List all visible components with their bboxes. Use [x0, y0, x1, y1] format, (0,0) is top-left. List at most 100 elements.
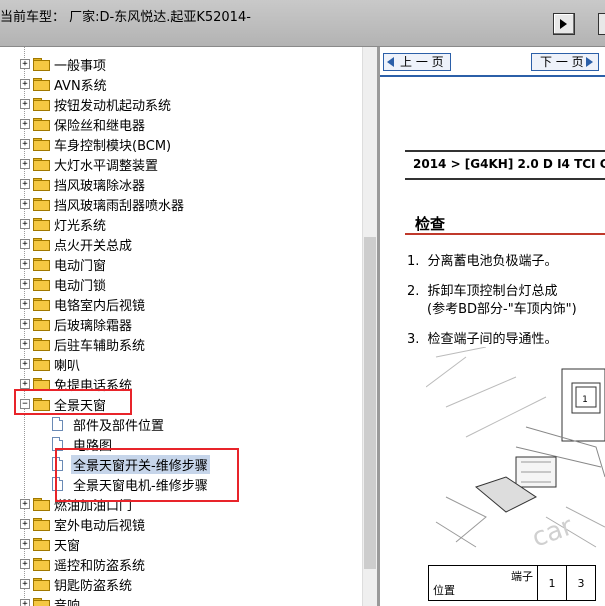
- tree-folder-item[interactable]: + 音响: [0, 594, 360, 606]
- step-3: 3. 检查端子间的导通性。: [407, 328, 558, 347]
- breadcrumb: 2014 > [G4KH] 2.0 D I4 TCI G: [413, 157, 605, 171]
- header-extra-button[interactable]: [598, 13, 605, 35]
- folder-icon: [33, 498, 50, 511]
- tree-folder-item[interactable]: + 车身控制模块(BCM): [0, 134, 360, 154]
- expand-icon[interactable]: +: [20, 359, 30, 369]
- tree-item-label: 天窗: [54, 539, 81, 554]
- folder-icon: [33, 578, 50, 591]
- table-corner-cell: 端子 位置: [428, 565, 538, 601]
- page-navbar: 上 一 页 下 一 页: [380, 47, 605, 77]
- tree-scrollbar-thumb[interactable]: [364, 237, 376, 569]
- step-number: 1.: [407, 254, 420, 269]
- document-pane: 上 一 页 下 一 页 2014 > [G4KH] 2.0 D I4 TCI G…: [380, 47, 605, 606]
- expand-icon[interactable]: +: [20, 279, 30, 289]
- tree-folder-item[interactable]: + 电动门窗: [0, 254, 360, 274]
- tree-folder-item[interactable]: + 电动门锁: [0, 274, 360, 294]
- tree-folder-item[interactable]: + 灯光系统: [0, 214, 360, 234]
- expand-icon[interactable]: +: [20, 379, 30, 389]
- tree-scrollbar[interactable]: [362, 47, 378, 606]
- window-header: 当前车型： 厂家:D-东风悦达.起亚K52014-: [0, 0, 605, 47]
- folder-icon: [33, 318, 50, 331]
- folder-icon: [33, 338, 50, 351]
- tree-folder-item[interactable]: + AVN系统: [0, 74, 360, 94]
- breadcrumb-top-rule: [405, 150, 605, 152]
- tree-item-label: 电动门锁: [54, 279, 107, 294]
- pin-number: 1: [582, 395, 588, 405]
- tree-item-label: 后驻车辅助系统: [54, 339, 146, 354]
- folder-icon: [33, 518, 50, 531]
- tree-item-label: 一般事项: [54, 59, 107, 74]
- tree-folder-item[interactable]: + 遥控和防盗系统: [0, 554, 360, 574]
- step-number: 3.: [407, 332, 420, 347]
- expand-icon[interactable]: +: [20, 299, 30, 309]
- tree-item-label: 按钮发动机起动系统: [54, 99, 172, 114]
- expand-icon[interactable]: +: [20, 319, 30, 329]
- folder-icon: [33, 258, 50, 271]
- expand-icon[interactable]: +: [20, 79, 30, 89]
- tree-folder-item[interactable]: + 按钮发动机起动系统: [0, 94, 360, 114]
- connector-illustration: 1 car: [426, 347, 605, 554]
- expand-icon[interactable]: +: [20, 579, 30, 589]
- highlight-box-panoramic-folder: [14, 389, 132, 415]
- step-text: 拆卸车顶控制台灯总成: [427, 284, 558, 299]
- folder-icon: [33, 178, 50, 191]
- expand-icon[interactable]: +: [20, 159, 30, 169]
- folder-icon: [33, 598, 50, 606]
- expand-icon[interactable]: +: [20, 179, 30, 189]
- section-title: 检查: [415, 215, 446, 233]
- tree-folder-item[interactable]: + 室外电动后视镜: [0, 514, 360, 534]
- folder-icon: [33, 98, 50, 111]
- expand-icon[interactable]: +: [20, 219, 30, 229]
- tree-folder-item[interactable]: + 钥匙防盗系统: [0, 574, 360, 594]
- tree-folder-item[interactable]: + 点火开关总成: [0, 234, 360, 254]
- tree-folder-item[interactable]: + 后驻车辅助系统: [0, 334, 360, 354]
- expand-icon[interactable]: +: [20, 499, 30, 509]
- folder-icon: [33, 118, 50, 131]
- expand-icon[interactable]: +: [20, 119, 30, 129]
- expand-icon[interactable]: +: [20, 339, 30, 349]
- expand-icon[interactable]: +: [20, 199, 30, 209]
- breadcrumb-bottom-rule: [405, 178, 605, 180]
- expand-icon[interactable]: +: [20, 99, 30, 109]
- tree-item-label: AVN系统: [54, 79, 107, 94]
- prev-page-button[interactable]: 上 一 页: [383, 53, 451, 71]
- expand-icon[interactable]: +: [20, 599, 30, 606]
- folder-icon: [33, 78, 50, 91]
- tree-folder-item[interactable]: + 保险丝和继电器: [0, 114, 360, 134]
- tree-item-label: 室外电动后视镜: [54, 519, 146, 534]
- tree-item-label: 挡风玻璃除冰器: [54, 179, 146, 194]
- tree-folder-item[interactable]: + 后玻璃除霜器: [0, 314, 360, 334]
- tree-folder-item[interactable]: + 挡风玻璃除冰器: [0, 174, 360, 194]
- panel-toggle-button[interactable]: [553, 13, 575, 35]
- tree-item-label: 钥匙防盗系统: [54, 579, 133, 594]
- expand-icon[interactable]: +: [20, 59, 30, 69]
- folder-icon: [33, 218, 50, 231]
- tree-document-item[interactable]: 部件及部件位置: [0, 414, 360, 434]
- next-page-button[interactable]: 下 一 页: [531, 53, 599, 71]
- table-header-terminal: 端子: [511, 570, 533, 583]
- tree-item-label: 电铬室内后视镜: [54, 299, 146, 314]
- folder-icon: [33, 298, 50, 311]
- expand-icon[interactable]: +: [20, 239, 30, 249]
- tree-folder-item[interactable]: + 一般事项: [0, 54, 360, 74]
- tree-folder-item[interactable]: + 挡风玻璃雨刮器喷水器: [0, 194, 360, 214]
- step-2: 2. 拆卸车顶控制台灯总成: [407, 280, 558, 299]
- folder-icon: [33, 558, 50, 571]
- expand-icon[interactable]: +: [20, 539, 30, 549]
- step-text: (参考BD部分-"车顶内饰"): [427, 302, 577, 317]
- step-number: 2.: [407, 284, 420, 299]
- tree-folder-item[interactable]: + 大灯水平调整装置: [0, 154, 360, 174]
- folder-icon: [33, 138, 50, 151]
- step-1: 1. 分离蓄电池负极端子。: [407, 250, 558, 269]
- tree-item-label: 后玻璃除霜器: [54, 319, 133, 334]
- expand-icon[interactable]: +: [20, 519, 30, 529]
- folder-icon: [33, 358, 50, 371]
- table-header-position: 位置: [433, 584, 455, 597]
- tree-folder-item[interactable]: + 喇叭: [0, 354, 360, 374]
- tree-item-label: 遥控和防盗系统: [54, 559, 146, 574]
- expand-icon[interactable]: +: [20, 139, 30, 149]
- expand-icon[interactable]: +: [20, 259, 30, 269]
- tree-folder-item[interactable]: + 电铬室内后视镜: [0, 294, 360, 314]
- tree-folder-item[interactable]: + 天窗: [0, 534, 360, 554]
- expand-icon[interactable]: +: [20, 559, 30, 569]
